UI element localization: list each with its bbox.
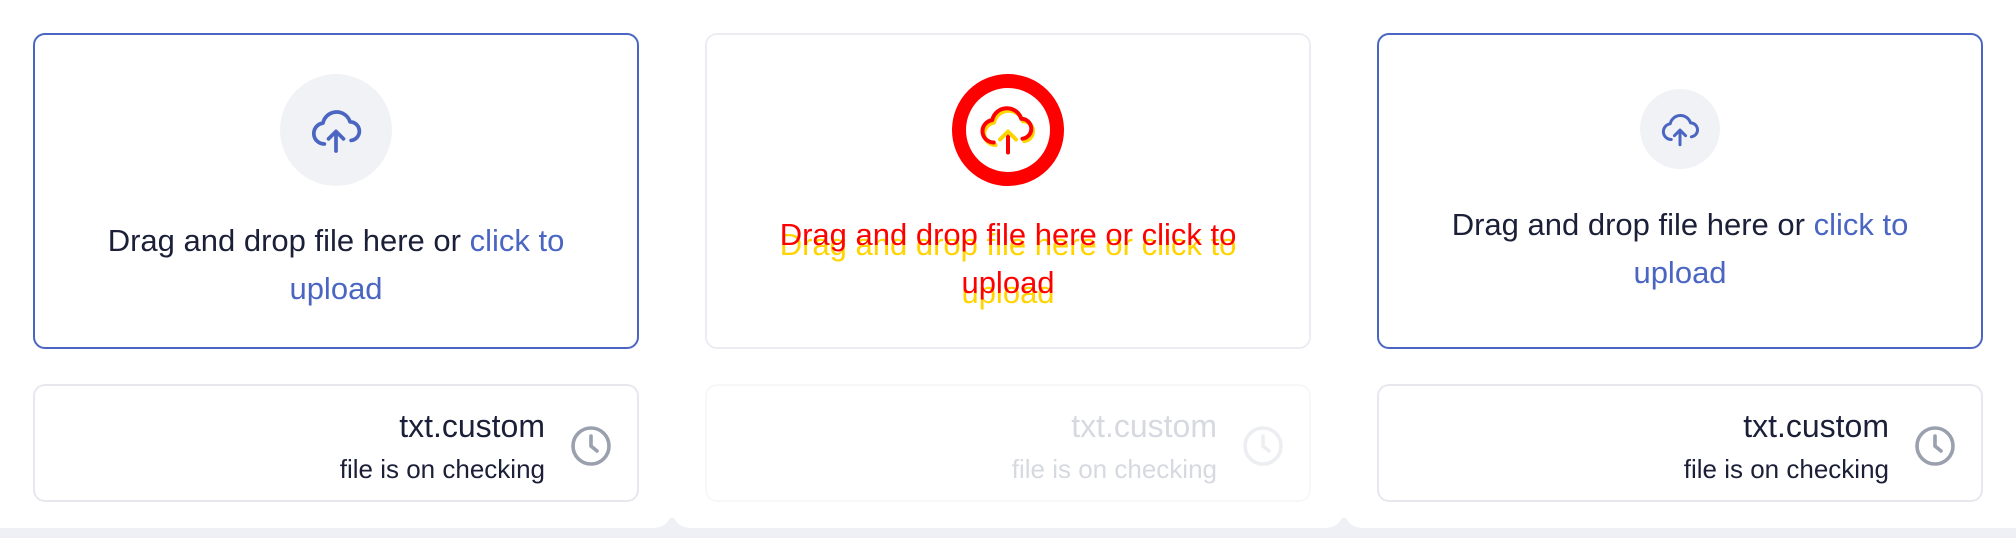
- dropzone-text: Drag and drop file here or: [1451, 207, 1814, 242]
- dropzone-instructions: Drag and drop file here or click to uplo…: [75, 217, 597, 313]
- file-dropzone[interactable]: Drag and drop file here or click to uplo…: [33, 33, 639, 349]
- clock-icon: [1243, 426, 1283, 466]
- file-status-text: file is on checking: [339, 454, 545, 484]
- file-name: txt.custom: [399, 408, 545, 444]
- file-status-card: txt.custom file is on checking: [33, 384, 639, 502]
- file-status-card: txt.custom file is on checking: [705, 384, 1311, 502]
- file-dropzone[interactable]: Drag and drop file here or click to uplo…: [705, 33, 1311, 349]
- clock-icon: [1915, 426, 1955, 466]
- file-dropzone[interactable]: Drag and drop file here or click to uplo…: [1377, 33, 1983, 349]
- file-status-text: file is on checking: [1683, 454, 1889, 484]
- upload-panel-highlighted: Drag and drop file here or click to uplo…: [672, 0, 1344, 528]
- file-status-text: file is on checking: [1011, 454, 1217, 484]
- dropzone-text: Drag and drop file here or: [107, 223, 470, 258]
- file-status-card: txt.custom file is on checking: [1377, 384, 1983, 502]
- upload-icon-container: [952, 74, 1064, 186]
- dropzone-instructions: Drag and drop file here or click to uplo…: [747, 211, 1269, 307]
- file-name: txt.custom: [1743, 408, 1889, 444]
- upload-panel-default: Drag and drop file here or click to uplo…: [0, 0, 672, 528]
- upload-icon-container: [1640, 89, 1720, 169]
- upload-icon-container: [280, 74, 392, 186]
- upload-panel-compact: Drag and drop file here or click to uplo…: [1344, 0, 2016, 528]
- clock-icon: [571, 426, 611, 466]
- dropzone-instructions: Drag and drop file here or click to uplo…: [1419, 201, 1941, 297]
- dropzone-text: Drag and drop file here or: [779, 217, 1142, 252]
- cloud-upload-icon: [1661, 114, 1699, 147]
- file-name: txt.custom: [1071, 408, 1217, 444]
- cloud-upload-icon: [980, 106, 1036, 155]
- cloud-upload-icon: [311, 110, 362, 153]
